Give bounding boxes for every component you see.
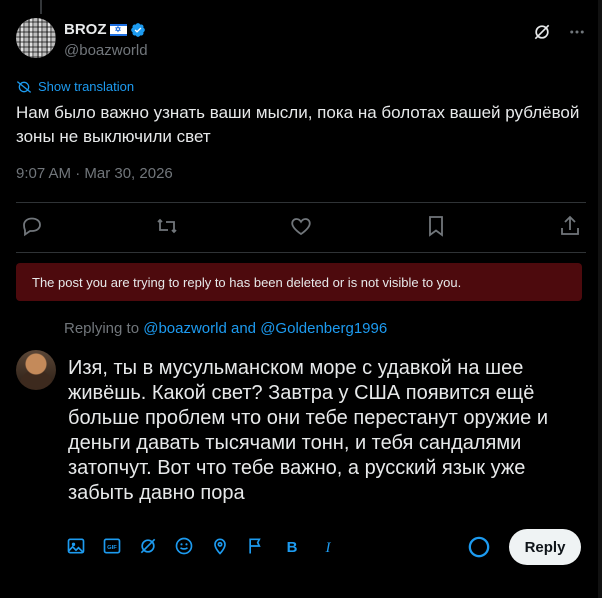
- divider: [16, 202, 586, 203]
- character-count-ring: [468, 536, 490, 558]
- translate-icon: [16, 80, 32, 93]
- author-name[interactable]: BROZ: [64, 21, 107, 38]
- post-actions-bar: [20, 214, 582, 238]
- compose-toolbar: GIF B I: [66, 536, 338, 556]
- post-text: Нам было важно узнать ваши мысли, пока н…: [16, 103, 580, 146]
- deleted-post-banner: The post you are trying to reply to has …: [16, 263, 582, 301]
- flag-icon[interactable]: [246, 536, 266, 556]
- post-timestamp[interactable]: 9:07 AM · Mar 30, 2026: [16, 165, 173, 182]
- image-icon[interactable]: [66, 536, 86, 556]
- thread-connector-line: [40, 0, 42, 14]
- bold-icon[interactable]: B: [282, 536, 302, 556]
- svg-text:GIF: GIF: [107, 545, 117, 551]
- post-header-actions: [532, 22, 586, 42]
- grok-icon[interactable]: [138, 536, 158, 556]
- author-name-row[interactable]: BROZ ✡: [64, 21, 146, 38]
- user-avatar[interactable]: [16, 350, 56, 390]
- reply-icon[interactable]: [20, 214, 44, 238]
- reply-compose-text[interactable]: Изя, ты в мусульманском море с удавкой н…: [68, 356, 573, 506]
- replying-to-line: Replying to @boazworld and @Goldenberg19…: [64, 320, 387, 337]
- emoji-icon[interactable]: [174, 536, 194, 556]
- israel-flag-icon: ✡: [109, 23, 127, 36]
- svg-text:B: B: [287, 539, 298, 556]
- scrollbar[interactable]: [598, 0, 602, 598]
- bookmark-icon[interactable]: [424, 214, 448, 238]
- share-icon[interactable]: [558, 214, 582, 238]
- show-translation-link[interactable]: Show translation: [16, 79, 134, 94]
- repost-icon[interactable]: [155, 214, 179, 238]
- verified-badge-icon: [130, 22, 145, 37]
- like-icon[interactable]: [289, 214, 313, 238]
- divider: [16, 252, 586, 253]
- banner-text: The post you are trying to reply to has …: [32, 275, 462, 290]
- italic-icon[interactable]: I: [318, 536, 338, 556]
- replying-and[interactable]: and: [231, 320, 256, 337]
- show-translation-label[interactable]: Show translation: [38, 79, 134, 94]
- replying-prefix: Replying to: [64, 320, 140, 337]
- svg-text:I: I: [325, 540, 332, 556]
- mention-goldenberg[interactable]: @Goldenberg1996: [260, 320, 387, 337]
- more-options-icon[interactable]: [568, 23, 586, 41]
- reply-button[interactable]: Reply: [509, 529, 581, 565]
- author-avatar[interactable]: [16, 18, 56, 58]
- location-icon[interactable]: [210, 536, 230, 556]
- gif-icon[interactable]: GIF: [102, 536, 122, 556]
- grok-icon[interactable]: [532, 22, 552, 42]
- author-handle[interactable]: @boazworld: [64, 42, 148, 59]
- mention-boazworld[interactable]: @boazworld: [143, 320, 227, 337]
